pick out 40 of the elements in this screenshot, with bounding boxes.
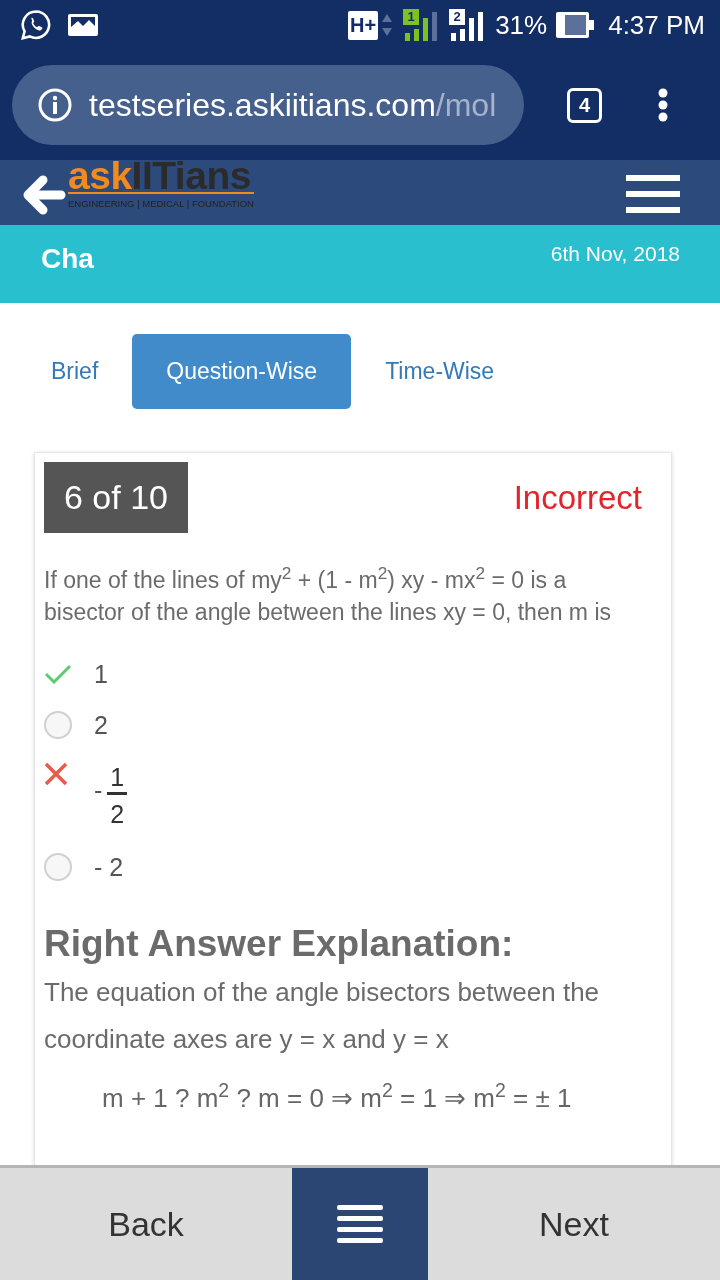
option-text: 2 — [94, 709, 108, 740]
data-arrows-icon — [382, 13, 393, 37]
fraction-numerator: 1 — [107, 764, 128, 795]
back-button[interactable]: Back — [0, 1168, 292, 1280]
question-counter: 6 of 10 — [44, 462, 188, 533]
image-icon — [68, 13, 98, 37]
tab[interactable]: Brief — [17, 334, 133, 409]
logo-tagline: ENGINEERING | MEDICAL | FOUNDATION — [68, 198, 254, 209]
result-label: Incorrect — [513, 477, 642, 518]
equation-text: m + 1 ? m$^{2}$ ? m = 0 ⇒ m$^{2}$ = 1 ⇒ m$^{2}$ = ± 1 — [101, 1078, 573, 1115]
clock-time: 4:37 PM — [608, 10, 705, 40]
menu-button[interactable] — [292, 1168, 428, 1280]
info-icon — [38, 88, 72, 122]
menu-icon — [337, 1205, 383, 1243]
signal-bars-icon — [403, 9, 440, 41]
option-text: 1 — [94, 658, 108, 689]
fraction-denominator: 2 — [109, 799, 126, 830]
battery-icon — [555, 11, 596, 39]
page-title: Cha — [41, 242, 94, 276]
tab[interactable]: Time-Wise — [351, 334, 529, 409]
sim-slot-label: 1 — [403, 9, 420, 25]
address-bar[interactable]: testseries.askiitians.com/mol — [12, 65, 524, 145]
back-arrow-icon[interactable] — [22, 175, 66, 215]
next-button[interactable]: Next — [428, 1168, 720, 1280]
logo-wordmark: askIITians — [68, 160, 254, 194]
minus-sign: - — [94, 776, 103, 804]
sim-slot-label: 2 — [449, 9, 466, 25]
option-text: - 2 — [94, 851, 124, 882]
date-label: 6th Nov, 2018 — [550, 242, 680, 266]
chat-phone-icon — [20, 9, 52, 41]
menu-icon[interactable] — [626, 175, 680, 213]
more-options-icon[interactable] — [658, 88, 668, 122]
network-type-badge: H+ — [348, 10, 379, 40]
question-text: If one of the lines of my$^{2}$ + (1 - m$^{2}$) xy - mx$^{2}$ = 0 is a bisector of the angle between the lines xy = 0, then m is — [44, 564, 613, 627]
battery-percentage: 31% — [495, 10, 548, 40]
explanation-heading: Right Answer Explanation: — [44, 922, 515, 966]
signal-bars-icon — [449, 9, 486, 41]
explanation-text: The equation of the angle bisectors between the coordinate axes are y = x and y = x — [44, 976, 601, 1056]
tab[interactable]: Question-Wise — [132, 334, 352, 409]
tab-count-button[interactable]: 4 — [567, 87, 602, 123]
